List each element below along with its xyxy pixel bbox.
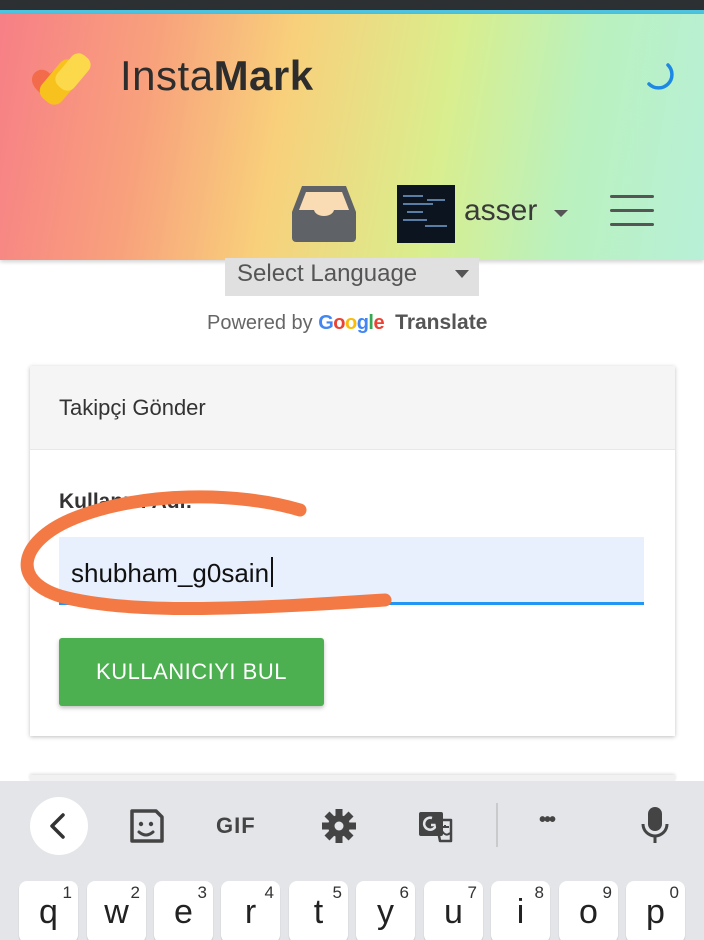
google-letter: G xyxy=(318,312,334,334)
key-char: q xyxy=(39,893,58,931)
google-letter: e xyxy=(373,312,385,334)
google-logo-text: Google xyxy=(318,312,389,334)
caret-down-icon xyxy=(455,270,469,278)
brand-name-light: Insta xyxy=(120,52,214,99)
username-dropdown[interactable]: asser xyxy=(464,194,537,228)
key-u[interactable]: 7u xyxy=(424,881,483,940)
username-input-value[interactable]: shubham_g0sain xyxy=(71,557,273,589)
gif-icon[interactable]: GIF xyxy=(216,813,256,859)
keyboard-toolbar: GIF ••• xyxy=(0,781,704,871)
onscreen-keyboard: GIF ••• 1 q 2 w 3 e 4 r 5 t 6 y 7 u 8 i … xyxy=(0,781,704,940)
caret-down-icon[interactable] xyxy=(554,210,568,217)
google-letter: o xyxy=(333,312,345,334)
username-field-label: Kullanıcı Adı: xyxy=(59,490,193,513)
inbox-tray-icon[interactable] xyxy=(290,184,358,244)
key-char: r xyxy=(244,893,257,931)
language-select[interactable]: Select Language xyxy=(225,258,479,296)
key-char: p xyxy=(646,893,665,931)
language-select-label: Select Language xyxy=(237,260,418,287)
key-r[interactable]: 4r xyxy=(221,881,280,940)
key-y[interactable]: 6y xyxy=(356,881,415,940)
key-t[interactable]: 5t xyxy=(289,881,348,940)
find-user-button[interactable]: KULLANICIYI BUL xyxy=(59,638,324,706)
powered-by-google-translate: Powered by Google Translate xyxy=(207,311,487,335)
translate-icon[interactable] xyxy=(416,803,456,849)
send-followers-card: Takipçi Gönder Kullanıcı Adı: shubham_g0… xyxy=(30,366,675,736)
settings-gear-icon[interactable] xyxy=(320,803,358,849)
key-char: y xyxy=(377,893,394,931)
sticker-icon[interactable] xyxy=(126,803,166,849)
key-i[interactable]: 8i xyxy=(491,881,550,940)
app-header: InstaMark asser xyxy=(0,14,704,260)
microphone-icon[interactable] xyxy=(638,803,672,849)
key-char: w xyxy=(104,893,129,931)
key-o[interactable]: 9o xyxy=(559,881,618,940)
key-char: u xyxy=(444,893,463,931)
card-title: Takipçi Gönder xyxy=(59,395,206,420)
key-char: i xyxy=(516,893,525,931)
key-char: o xyxy=(579,893,598,931)
loading-spinner-icon xyxy=(647,63,674,90)
powered-by-text: Powered by xyxy=(207,312,313,334)
card-header: Takipçi Gönder xyxy=(30,366,675,450)
key-char: t xyxy=(313,893,324,931)
key-e[interactable]: 3e xyxy=(154,881,213,940)
key-q[interactable]: 1q xyxy=(19,881,78,940)
user-avatar[interactable] xyxy=(397,185,455,243)
translate-link[interactable]: Translate xyxy=(395,311,487,334)
toolbar-divider xyxy=(496,803,498,847)
brand-name-bold: Mark xyxy=(213,52,314,99)
key-w[interactable]: 2w xyxy=(87,881,146,940)
brand-name[interactable]: InstaMark xyxy=(120,52,314,100)
key-char: e xyxy=(174,893,193,931)
menu-hamburger-icon[interactable] xyxy=(610,195,654,227)
google-letter: o xyxy=(344,312,357,334)
key-p[interactable]: 0p xyxy=(626,881,685,940)
keyboard-row-qwerty: 1q 2w 3e 4r 5t 6y 7u 8i 9o 0p xyxy=(0,881,704,940)
google-letter: g xyxy=(356,312,369,334)
back-chevron-icon[interactable] xyxy=(30,797,88,855)
username-input[interactable]: shubham_g0sain xyxy=(59,537,644,605)
instamark-logo-icon[interactable] xyxy=(28,50,108,114)
more-icon[interactable]: ••• xyxy=(539,809,556,855)
